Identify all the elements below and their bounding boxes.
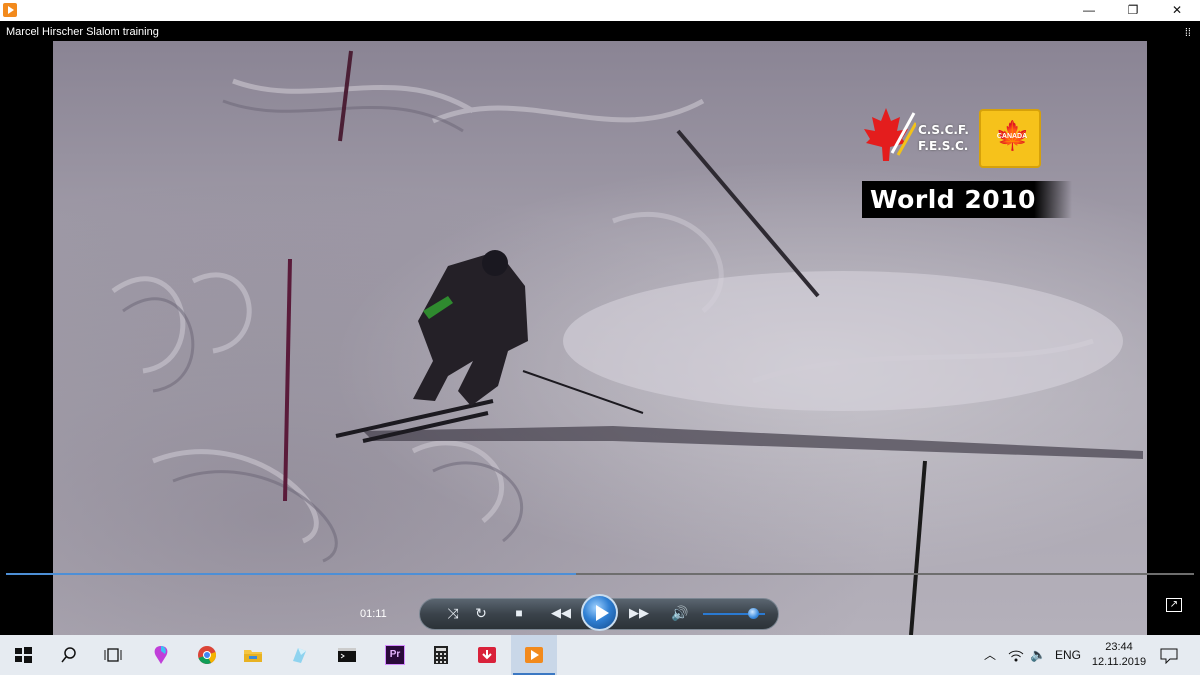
calculator-icon [434,646,448,664]
canada-badge-text: CANADA [996,133,1028,140]
paint-3d-app[interactable] [138,635,184,675]
task-view-icon [104,648,122,662]
org-acronym: C.S.C.F. F.E.S.C. [918,123,969,153]
minimize-button[interactable]: — [1066,0,1112,21]
video-title: Marcel Hirscher Slalom training [6,26,159,38]
media-player-app[interactable] [511,635,557,675]
previous-icon[interactable]: ◀◀ [548,603,574,623]
chrome-app[interactable] [184,635,230,675]
premiere-app[interactable]: Pr [372,635,418,675]
system-clock[interactable]: 23:44 12.11.2019 [1090,640,1148,670]
folder-icon [244,650,262,662]
wifi-icon[interactable] [1008,649,1024,663]
repeat-icon[interactable]: ↻ [471,603,491,623]
close-button[interactable]: ✕ [1154,0,1200,21]
calculator-app[interactable] [418,635,464,675]
maple-leaf-icon [864,108,916,161]
play-button[interactable] [581,594,618,631]
volume-slider-thumb[interactable] [747,608,759,619]
download-app[interactable] [464,635,510,675]
video-frame[interactable]: C.S.C.F. F.E.S.C. 🍁 CANADA World 2010 [53,41,1147,635]
file-explorer-app[interactable] [230,635,276,675]
window-title-bar: — ❐ ✕ [0,0,1200,21]
taskbar: Pr ︿ 🔈 ENG 23:44 12.11.2019 [0,635,1200,675]
clock-time: 23:44 [1105,641,1133,653]
event-banner-text: World 2010 [870,185,1036,214]
shuffle-icon[interactable]: ⤨ [443,603,463,623]
terminal-app[interactable] [324,635,370,675]
stop-icon[interactable]: ■ [509,603,529,623]
clock-date: 12.11.2019 [1091,656,1147,668]
seek-progress [6,573,577,575]
elapsed-time: 01:11 [360,608,387,620]
switch-to-library-icon[interactable]: ⁞⁞ [1185,27,1191,39]
media-player-icon [3,3,17,17]
premiere-icon: Pr [385,645,405,665]
paint-3d-icon [154,646,168,664]
media-player-icon [525,647,543,663]
media-player: Marcel Hirscher Slalom training ⁞⁞ C.S.C… [0,21,1200,635]
volume-icon[interactable]: 🔊 [670,603,690,623]
start-button[interactable] [0,635,46,675]
next-icon[interactable]: ▶▶ [626,603,652,623]
search-button[interactable] [46,635,92,675]
show-hidden-icons[interactable]: ︿ [984,635,1000,675]
seek-bar[interactable] [6,573,1194,575]
app-crystal[interactable] [276,635,322,675]
chrome-icon [198,646,216,664]
search-icon [61,647,76,663]
maximize-button[interactable]: ❐ [1110,0,1156,21]
canada-badge: 🍁 CANADA [979,109,1041,168]
crystal-icon [293,648,306,663]
event-banner: World 2010 [862,181,1072,218]
broadcast-logo: C.S.C.F. F.E.S.C. 🍁 CANADA [856,101,1046,176]
windows-icon [15,647,32,663]
fullscreen-icon[interactable]: ↗ [1166,598,1182,612]
task-view-button[interactable] [90,635,136,675]
terminal-icon [338,648,356,662]
speaker-icon[interactable]: 🔈 [1030,635,1046,675]
download-icon [478,647,496,663]
notifications-icon[interactable] [1160,648,1178,664]
language-indicator[interactable]: ENG [1055,635,1081,675]
